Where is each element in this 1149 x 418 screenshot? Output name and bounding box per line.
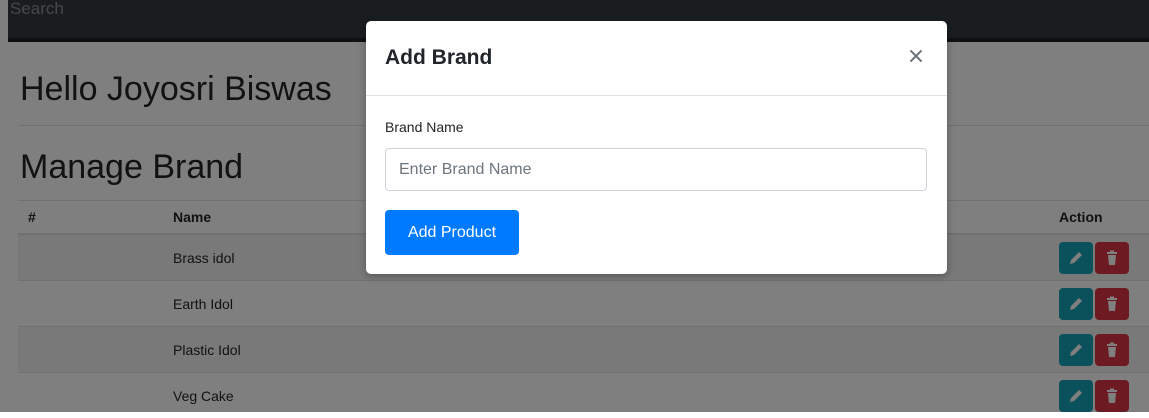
- add-product-button[interactable]: Add Product: [385, 210, 519, 255]
- brand-name-label: Brand Name: [385, 119, 464, 135]
- add-brand-modal: Add Brand Brand Name Add Product: [366, 21, 947, 274]
- close-icon: [905, 45, 927, 67]
- brand-name-input[interactable]: [385, 148, 927, 191]
- modal-header: Add Brand: [366, 21, 947, 96]
- close-button[interactable]: [905, 45, 927, 67]
- modal-title: Add Brand: [385, 46, 492, 70]
